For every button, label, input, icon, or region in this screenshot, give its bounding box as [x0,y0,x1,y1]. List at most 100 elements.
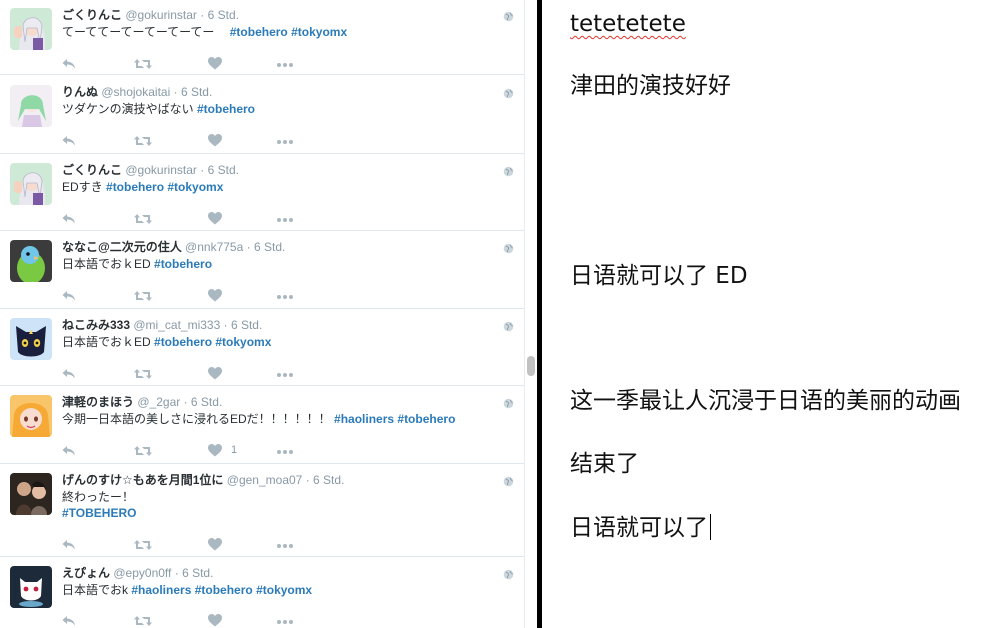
like-icon[interactable] [208,614,222,628]
tweet-item[interactable]: げんのすけ☆もあを月間1位に @gen_moa07 · 6 Std. 終わったー！… [0,464,524,557]
reply-icon[interactable] [62,290,76,306]
tweet-item[interactable]: ななこ@二次元の住人 @nnk775a · 6 Std. 日本語でおｋED #to… [0,231,524,309]
like-icon[interactable] [208,367,222,383]
author-name[interactable]: ごくりんこ [62,163,122,177]
tweet-text-line: 今期一日本語の美しさに浸れるEDだ！！！！！！ #haoliners #tobe… [62,411,455,427]
reply-icon[interactable] [62,615,76,628]
tweet-text-segment: ツダケンの演技やばない [62,102,197,116]
avatar[interactable] [10,163,52,205]
reply-icon[interactable] [62,539,76,555]
author-name[interactable]: 津軽のまほう [62,395,134,409]
tweet-timestamp[interactable]: 6 Std. [231,318,262,332]
author-handle[interactable]: @nnk775a [185,240,243,254]
separator-dot: · [305,473,310,487]
author-handle[interactable]: @mi_cat_mi333 [133,318,220,332]
tweet-timestamp[interactable]: 6 Std. [181,85,212,99]
more-icon[interactable] [276,619,294,628]
tweet-item[interactable]: 津軽のまほう @_2gar · 6 Std. 今期一日本語の美しさに浸れるEDだ！… [0,386,524,464]
tweet-timestamp[interactable]: 6 Std. [182,566,213,580]
author-name[interactable]: ねこみみ333 [62,318,130,332]
separator-dot: · [246,240,251,254]
like-icon[interactable] [208,134,222,150]
separator-dot: · [173,85,178,99]
scrollbar-thumb[interactable] [527,356,535,376]
avatar[interactable] [10,473,52,515]
hashtag-link[interactable]: #tobehero [154,335,212,349]
author-handle[interactable]: @_2gar [137,395,180,409]
reply-icon[interactable] [62,368,76,384]
more-icon[interactable] [276,294,294,310]
like-icon[interactable] [208,212,222,228]
editor-line: 结束了 [570,451,639,477]
author-handle[interactable]: @gokurinstar [125,8,197,22]
hashtag-link[interactable]: #tobehero [106,180,164,194]
retweet-icon[interactable] [134,213,152,229]
avatar[interactable] [10,85,52,127]
author-name[interactable]: えぴょん [62,566,110,580]
reply-icon[interactable] [62,135,76,151]
hashtag-link[interactable]: #tokyomx [256,583,312,597]
retweet-icon[interactable] [134,135,152,151]
hashtag-link[interactable]: #tobehero [195,583,253,597]
editor-line-current: 日语就可以了 [570,514,711,542]
tweet-timestamp[interactable]: 6 Std. [313,473,344,487]
tweet-text: 今期一日本語の美しさに浸れるEDだ！！！！！！ #haoliners #tobe… [62,411,455,427]
hashtag-link[interactable]: #haoliners [334,412,394,426]
tweet-timestamp[interactable]: 6 Std. [191,395,222,409]
like-icon[interactable] [208,538,222,554]
tweet-actions [62,288,312,304]
tweet-header: げんのすけ☆もあを月間1位に @gen_moa07 · 6 Std. [62,473,344,488]
tweet-item[interactable]: ごくりんこ @gokurinstar · 6 Std. てーててーてーてーてーてー… [0,0,524,75]
tweet-actions [62,613,312,628]
more-icon[interactable] [276,449,294,465]
tweet-timestamp[interactable]: 6 Std. [208,8,239,22]
author-name[interactable]: ななこ@二次元の住人 [62,240,182,254]
retweet-icon[interactable] [134,290,152,306]
tweet-item[interactable]: りんぬ @shojokaitai · 6 Std. ツダケンの演技やばない #to… [0,76,524,154]
reply-icon[interactable] [62,58,76,74]
tweet-timestamp[interactable]: 6 Std. [208,163,239,177]
tweet-timestamp[interactable]: 6 Std. [254,240,285,254]
author-handle[interactable]: @shojokaitai [101,85,170,99]
author-handle[interactable]: @epy0n0ff [113,566,171,580]
tweet-item[interactable]: ねこみみ333 @mi_cat_mi333 · 6 Std. 日本語でおｋED #… [0,309,524,386]
like-icon[interactable] [208,57,222,73]
tweet-text-segment: 日本語でおｋED [62,335,155,349]
tweet-item[interactable]: えぴょん @epy0n0ff · 6 Std. 日本語でおk #haoliners… [0,557,524,628]
reply-icon[interactable] [62,445,76,461]
avatar[interactable] [10,8,52,50]
avatar[interactable] [10,566,52,608]
like-icon[interactable] [208,444,222,460]
more-icon[interactable] [276,139,294,155]
author-name[interactable]: ごくりんこ [62,8,122,22]
author-name[interactable]: げんのすけ☆もあを月間1位に [62,473,223,487]
hashtag-link[interactable]: #haoliners [131,583,191,597]
avatar[interactable] [10,395,52,437]
tweet-actions: 1 [62,443,312,459]
retweet-icon[interactable] [134,368,152,384]
text-editor[interactable]: tetetetete 津田的演技好好 日语就可以了 ED 这一季最让人沉浸于日语… [542,0,1003,628]
hashtag-link[interactable]: #tobehero [397,412,455,426]
separator-dot: · [174,566,179,580]
retweet-icon[interactable] [134,58,152,74]
retweet-icon[interactable] [134,539,152,555]
avatar[interactable] [10,240,52,282]
author-handle[interactable]: @gokurinstar [125,163,197,177]
hashtag-link[interactable]: #tokyomx [215,335,271,349]
avatar[interactable] [10,318,52,360]
reply-icon[interactable] [62,213,76,229]
tweet-header: ごくりんこ @gokurinstar · 6 Std. [62,163,239,178]
hashtag-link[interactable]: #tokyomx [291,25,347,39]
hashtag-link[interactable]: #tobehero [197,102,255,116]
tweet-text-line: 日本語でおｋED #tobehero #tokyomx [62,334,271,350]
retweet-icon[interactable] [134,445,152,461]
like-icon[interactable] [208,289,222,305]
hashtag-link[interactable]: #tobehero [230,25,288,39]
retweet-icon[interactable] [134,615,152,628]
author-handle[interactable]: @gen_moa07 [227,473,303,487]
tweet-item[interactable]: ごくりんこ @gokurinstar · 6 Std. EDすき #tobeher… [0,154,524,231]
hashtag-link[interactable]: #TOBEHERO [62,506,136,520]
hashtag-link[interactable]: #tobehero [154,257,212,271]
author-name[interactable]: りんぬ [62,85,98,99]
hashtag-link[interactable]: #tokyomx [167,180,223,194]
